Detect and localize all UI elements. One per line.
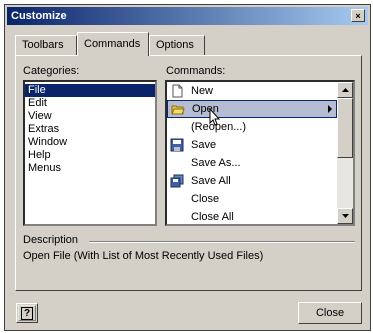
command-label: Close All: [191, 211, 234, 223]
category-item-view[interactable]: View: [25, 110, 155, 123]
category-item-file[interactable]: File: [25, 84, 155, 97]
category-item-help[interactable]: Help: [25, 149, 155, 162]
customize-dialog: Customize × Toolbars Commands Options Ca…: [4, 4, 371, 331]
command-item-save-all[interactable]: Save All: [167, 172, 337, 190]
window-title: Customize: [11, 10, 67, 22]
command-label: Save As...: [191, 157, 241, 169]
command-item-close[interactable]: Close: [167, 190, 337, 208]
command-label: Save: [191, 139, 217, 151]
command-item-new[interactable]: New: [167, 82, 337, 100]
close-button[interactable]: Close: [298, 302, 362, 324]
description-divider: [89, 241, 355, 243]
arrow-down-icon: [341, 214, 349, 218]
command-item-save-as[interactable]: Save As...: [167, 154, 337, 172]
command-item-open[interactable]: Open: [167, 100, 337, 118]
help-icon: ?: [20, 307, 34, 320]
tab-toolbars[interactable]: Toolbars: [15, 35, 77, 55]
save-all-icon: [170, 174, 184, 188]
window-close-button[interactable]: ×: [351, 9, 365, 22]
command-item-reopen[interactable]: (Reopen...): [167, 118, 337, 136]
save-disk-icon: [170, 138, 184, 152]
description-text: Open File (With List of Most Recently Us…: [23, 250, 264, 262]
command-label: Save All: [191, 175, 231, 187]
command-label: Close: [191, 193, 220, 205]
arrow-up-icon: [341, 88, 349, 92]
close-icon: ×: [355, 11, 361, 21]
submenu-arrow-icon: [328, 105, 332, 113]
commands-list[interactable]: New Open (Reopen...) Save Save As... Sav…: [165, 80, 355, 226]
scroll-up-button[interactable]: [337, 82, 353, 98]
command-label: New: [191, 85, 214, 97]
open-folder-icon: [171, 105, 185, 115]
command-item-close-all[interactable]: Close All: [167, 208, 337, 224]
tab-toolbars-label: Toolbars: [22, 39, 64, 51]
category-item-edit[interactable]: Edit: [25, 97, 155, 110]
category-item-extras[interactable]: Extras: [25, 123, 155, 136]
scroll-down-button[interactable]: [337, 208, 353, 224]
tab-options-label: Options: [156, 39, 194, 51]
title-bar[interactable]: Customize ×: [7, 7, 368, 25]
categories-list[interactable]: File Edit View Extras Window Help Menus: [23, 80, 157, 226]
commands-scrollbar[interactable]: [337, 82, 353, 224]
commands-label: Commands:: [166, 65, 226, 77]
category-item-window[interactable]: Window: [25, 136, 155, 149]
tab-options[interactable]: Options: [149, 35, 205, 55]
description-label: Description: [23, 234, 79, 246]
new-document-icon: [172, 84, 183, 98]
command-item-save[interactable]: Save: [167, 136, 337, 154]
mouse-pointer-icon: [209, 108, 221, 126]
category-item-menus[interactable]: Menus: [25, 162, 155, 175]
tab-commands[interactable]: Commands: [77, 32, 149, 56]
categories-label: Categories:: [23, 65, 80, 77]
tab-commands-label: Commands: [84, 38, 141, 50]
close-button-label: Close: [315, 307, 345, 319]
scroll-thumb[interactable]: [337, 98, 353, 158]
help-button[interactable]: ?: [16, 303, 38, 323]
